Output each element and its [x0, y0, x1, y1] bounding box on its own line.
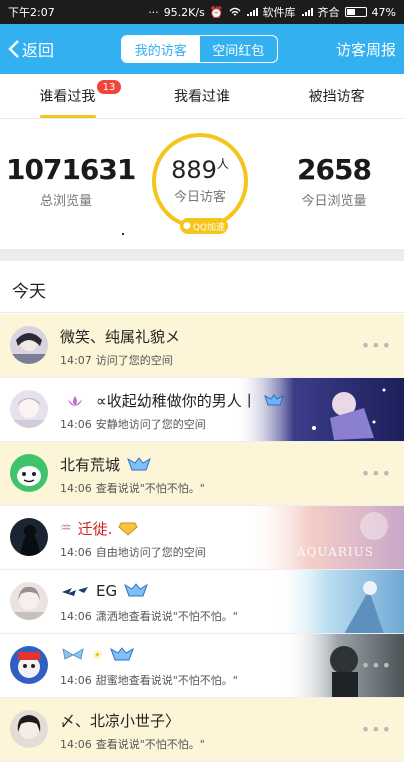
visitor-name: ☀ — [60, 646, 141, 664]
carrier-1: 软件库 — [262, 6, 296, 19]
diamond-icon — [118, 522, 139, 536]
tab-who-viewed-me[interactable]: 谁看过我 13 — [0, 74, 135, 118]
total-views-value: 1071631 — [6, 153, 136, 186]
total-views-label: 总浏览量 — [39, 194, 92, 209]
section-title-today: 今天 — [0, 261, 404, 313]
total-views-stat: 1071631 总浏览量 — [6, 153, 136, 209]
today-views-label: 今日浏览量 — [301, 194, 367, 209]
visitor-activity: 14:06 安静地访问了您的空间 — [60, 418, 206, 431]
more-options-icon[interactable]: ••• — [361, 336, 392, 355]
avatar[interactable] — [10, 710, 48, 748]
visitor-name: 北有荒城 — [60, 454, 152, 475]
visitor-name: 微笑、纯属礼貌メ — [60, 328, 181, 346]
today-visitors-circle[interactable]: 889人 今日访客 ● QQ加速 — [152, 133, 248, 234]
bell-icon: ● — [182, 221, 191, 231]
avatar[interactable] — [10, 646, 48, 684]
lotus-icon — [68, 395, 82, 406]
avatar[interactable] — [10, 454, 48, 492]
visitor-row[interactable]: AQUARIUS ♒ 迁徙. 14:06 自由地访问了您的空间 — [0, 506, 404, 570]
avatar[interactable] — [10, 390, 48, 428]
more-options-icon[interactable]: ••• — [361, 720, 392, 739]
visitor-list: 微笑、纯属礼貌メ 14:07 访问了您的空间 ••• ∝收起幼稚做你的男人丨 14… — [0, 314, 404, 762]
today-visitors-value: 889人 — [171, 156, 229, 184]
status-dots-icon: ··· — [148, 5, 159, 19]
status-time: 下午2:07 — [8, 6, 55, 19]
sun-icon: ☀ — [92, 648, 103, 662]
segment-my-visitors[interactable]: 我的访客 — [122, 36, 200, 62]
section-divider — [0, 249, 404, 261]
status-bar: 下午2:07 ··· 95.2K/s ⏰ 软件库 齐合 47% — [0, 0, 404, 24]
tab-label: 我看过谁 — [174, 89, 230, 105]
aquarius-banner-decoration — [244, 506, 404, 569]
today-visitors-label: 今日访客 — [173, 190, 226, 205]
wifi-icon — [229, 7, 241, 16]
visitor-row[interactable]: 〆、北凉小世子〉 14:06 查看说说"不怕不怕。" ••• — [0, 698, 404, 762]
segment-control: 我的访客 空间红包 — [121, 35, 278, 63]
visitor-activity: 14:06 潇洒地查看说说"不怕不怕。" — [60, 610, 238, 623]
back-button[interactable]: 返回 — [8, 36, 54, 62]
battery-percent: 47% — [371, 5, 396, 19]
banner-text: AQUARIUS — [296, 545, 374, 559]
tab-label: 被挡访客 — [308, 89, 365, 105]
visitor-name: 〆、北凉小世子〉 — [60, 712, 181, 730]
more-options-icon[interactable]: ••• — [361, 464, 392, 483]
anime-banner-decoration — [274, 570, 404, 633]
stray-dot — [122, 233, 124, 235]
alarm-icon: ⏰ — [209, 5, 224, 19]
visitor-row[interactable]: 微笑、纯属礼貌メ 14:07 访问了您的空间 ••• — [0, 314, 404, 378]
segment-red-packet[interactable]: 空间红包 — [200, 36, 278, 62]
visitor-name: EG — [60, 582, 149, 600]
avatar[interactable] — [10, 518, 48, 556]
signal-icon-2 — [301, 8, 313, 16]
aquarius-icon: ♒ — [60, 521, 72, 536]
chevron-left-icon — [8, 40, 19, 58]
nav-bar: 返回 我的访客 空间红包 访客周报 — [0, 24, 404, 74]
avatar[interactable] — [10, 582, 48, 620]
swallow-icon — [62, 587, 88, 596]
visitor-name: ∝收起幼稚做你的男人丨 — [60, 390, 285, 411]
tab-bar: 谁看过我 13 我看过谁 被挡访客 — [0, 74, 404, 119]
qq-boost-badge[interactable]: ● QQ加速 — [180, 218, 228, 234]
tab-label: 谁看过我 — [39, 89, 96, 105]
visitor-activity: 14:06 查看说说"不怕不怕。" — [60, 738, 205, 751]
visitor-name: ♒ 迁徙. — [60, 518, 139, 539]
vip-wings-icon — [124, 583, 149, 597]
visitor-activity: 14:07 访问了您的空间 — [60, 354, 173, 367]
unread-badge: 13 — [97, 80, 121, 94]
signal-icon — [246, 8, 258, 16]
network-speed: 95.2K/s — [163, 5, 205, 19]
butterfly-icon — [62, 648, 84, 660]
carrier-2: 齐合 — [317, 6, 340, 19]
visitor-row[interactable]: EG 14:06 潇洒地查看说说"不怕不怕。" — [0, 570, 404, 634]
tab-who-i-viewed[interactable]: 我看过谁 — [135, 74, 270, 118]
vip-wings-icon — [109, 647, 134, 661]
visitor-activity: 14:06 查看说说"不怕不怕。" — [60, 482, 205, 495]
avatar[interactable] — [10, 326, 48, 364]
visitor-activity: 14:06 自由地访问了您的空间 — [60, 546, 206, 559]
today-views-stat: 2658 今日浏览量 — [274, 153, 394, 209]
vip-wings-icon — [127, 456, 151, 470]
today-visitors-unit: 人 — [216, 157, 229, 171]
back-label: 返回 — [22, 41, 55, 60]
visitor-activity: 14:06 甜蜜地查看说说"不怕不怕。" — [60, 674, 238, 687]
visitor-row[interactable]: 北有荒城 14:06 查看说说"不怕不怕。" ••• — [0, 442, 404, 506]
battery-icon — [344, 7, 367, 17]
vip-wings-icon — [263, 393, 284, 405]
more-options-icon[interactable]: ••• — [361, 656, 392, 675]
stats-panel: 1071631 总浏览量 889人 今日访客 ● QQ加速 2658 今日浏览量 — [0, 119, 404, 249]
visitor-row[interactable]: ☀ 14:06 甜蜜地查看说说"不怕不怕。" ••• — [0, 634, 404, 698]
tab-blocked-visitors[interactable]: 被挡访客 — [269, 74, 404, 118]
today-views-value: 2658 — [297, 153, 372, 186]
visitor-row[interactable]: ∝收起幼稚做你的男人丨 14:06 安静地访问了您的空间 — [0, 378, 404, 442]
weekly-report-button[interactable]: 访客周报 — [336, 39, 396, 60]
